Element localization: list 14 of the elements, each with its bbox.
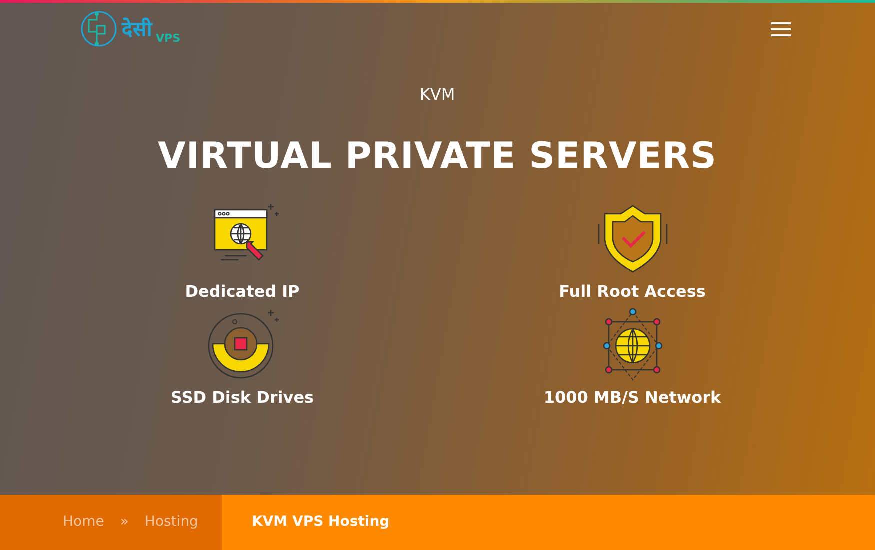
- current-page-title: KVM VPS Hosting: [252, 513, 390, 532]
- breadcrumb-separator: »: [120, 513, 129, 532]
- breadcrumb-link[interactable]: Hosting: [144, 512, 198, 533]
- hero-subtitle: KVM: [420, 84, 456, 106]
- breadcrumb-link[interactable]: Home: [63, 512, 104, 533]
- menu-icon: [771, 22, 791, 38]
- feature-label: Full Root Access: [559, 281, 706, 304]
- feature-label: Dedicated IP: [185, 281, 300, 304]
- logo-text: VPS: [156, 33, 180, 44]
- feature-label: SSD Disk Drives: [170, 387, 314, 410]
- logo-icon: [80, 10, 118, 48]
- feature-label: 1000 MB/S Network: [544, 387, 722, 410]
- hero-title: VIRTUAL PRIVATE SERVERS: [158, 135, 717, 178]
- logo-text: देसी: [122, 19, 152, 39]
